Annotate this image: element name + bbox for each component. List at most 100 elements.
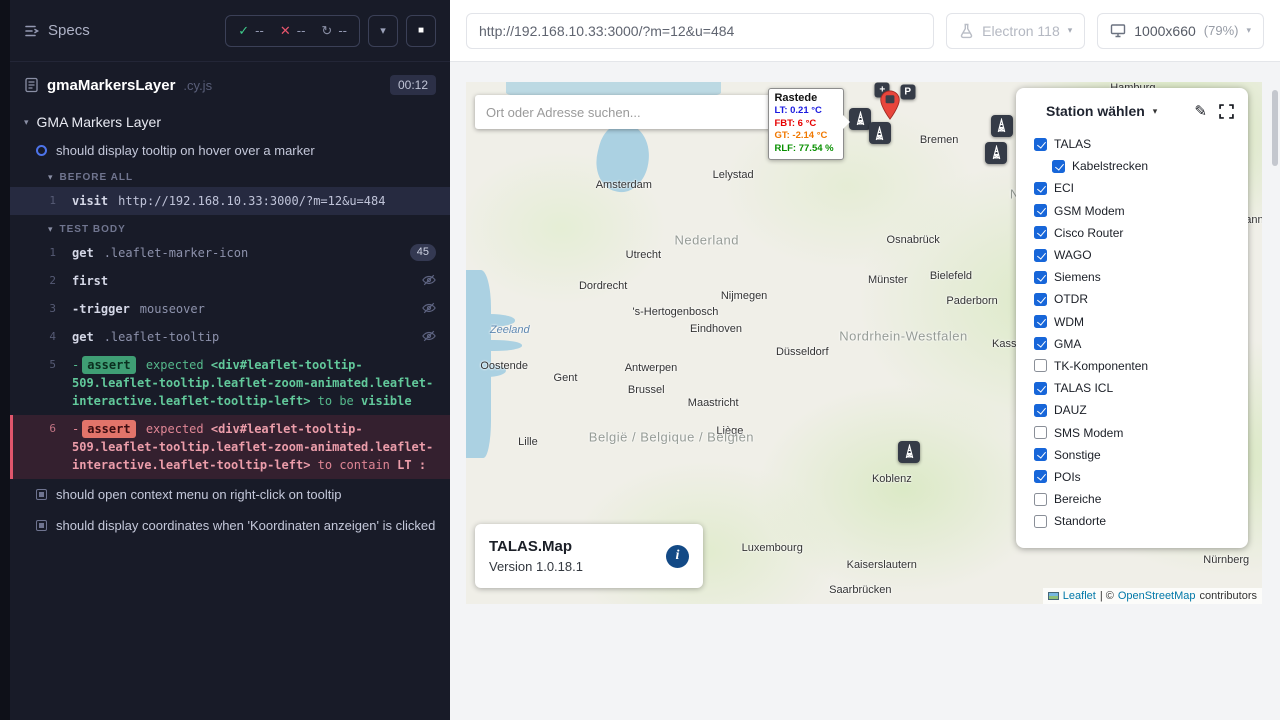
map-label-town: Paderborn [946,295,997,307]
stop-button[interactable]: ■ [406,15,436,47]
viewport-selector[interactable]: 1000x660 (79%) ▾ [1097,13,1264,49]
command-message: .leaflet-tooltip [104,330,220,344]
station-marker[interactable] [898,441,920,463]
search-input[interactable] [475,95,807,129]
map-label-town: Eindhoven [690,323,742,335]
browser-selector[interactable]: Electron 118 ▾ [946,13,1085,49]
command-get[interactable]: 4get.leaflet-tooltip [10,323,450,351]
pending-test-row[interactable]: should open context menu on right-click … [10,479,450,510]
checkbox[interactable] [1034,315,1047,328]
suite-title: GMA Markers Layer [37,114,161,130]
checkbox[interactable] [1034,249,1047,262]
spec-extension: .cy.js [183,78,212,93]
station-marker[interactable] [991,115,1013,137]
station-checkbox-row: POIs [1034,466,1234,488]
command-number: 3 [10,300,72,318]
water-zeeland-inlet [466,340,522,350]
test-body-section[interactable]: ▾ TEST BODY [10,215,450,239]
spec-duration-badge: 00:12 [390,75,436,95]
checkbox[interactable] [1034,226,1047,239]
station-checkbox-row: GSM Modem [1034,200,1234,222]
info-button[interactable]: i [666,545,689,568]
map-label-region: Nordrhein-Westfalen [839,328,967,343]
command-method: visit [72,194,108,208]
highlighted-marker[interactable] [879,90,901,120]
checkbox[interactable] [1034,138,1047,151]
chevron-down-icon: ▾ [380,24,386,37]
edit-pencil-icon[interactable]: ✎ [1194,104,1207,119]
pending-test-row[interactable]: should display coordinates when 'Koordin… [10,510,450,541]
checkbox[interactable] [1034,382,1047,395]
app-version: Version 1.0.18.1 [489,559,583,574]
command-assert-passed[interactable]: 5-assert expected <div#leaflet-tooltip-5… [10,351,450,415]
station-checkbox-row: DAUZ [1034,399,1234,421]
station-checkbox-row: Sonstige [1034,444,1234,466]
station-checkbox-row: Cisco Router [1034,222,1234,244]
checkbox-label: TALAS ICL [1054,381,1113,395]
command-content: -triggermouseover [72,300,422,318]
command-assert-failed[interactable]: 6-assert expected <div#leaflet-tooltip-5… [10,415,450,479]
panel-title[interactable]: Station wählen [1046,103,1145,119]
checkbox[interactable] [1034,515,1047,528]
scrollbar-thumb[interactable] [1272,90,1278,166]
test-running-icon [36,145,47,156]
map-label-town: Amsterdam [596,179,652,191]
monitor-icon [1110,23,1126,38]
checkbox[interactable] [1034,470,1047,483]
checkbox[interactable] [1034,426,1047,439]
station-checkbox-row: ECI [1034,177,1234,199]
checkbox-label: TK-Komponenten [1054,359,1148,373]
specs-label: Specs [48,22,90,39]
checkbox[interactable] [1034,293,1047,306]
before-all-section[interactable]: ▾ BEFORE ALL [10,163,450,187]
before-all-commands: 1visithttp://192.168.10.33:3000/?m=12&u=… [10,187,450,215]
station-marker[interactable] [849,108,871,130]
leaflet-map[interactable]: HamburgGroningenBremenNiedersachsenHanno… [466,82,1262,604]
station-marker[interactable] [985,142,1007,164]
command-get[interactable]: 1get.leaflet-marker-icon45 [10,239,450,267]
pending-tests: should open context menu on right-click … [10,479,450,541]
checkbox[interactable] [1034,271,1047,284]
station-marker[interactable] [869,122,891,144]
map-label-town: Bielefeld [930,270,972,282]
command-method: get [72,330,94,344]
station-checkbox-row: GMA [1034,333,1234,355]
marker-tooltip[interactable]: Rastede LT: 0.21 °CFBT: 6 °CGT: -2.14 °C… [768,88,844,160]
assert-text: visible [361,394,412,408]
specs-toggle[interactable]: Specs [24,22,90,39]
checkbox[interactable] [1034,448,1047,461]
leaflet-link[interactable]: Leaflet [1063,590,1096,602]
browser-name: Electron 118 [982,23,1060,39]
station-checkbox-row: WAGO [1034,244,1234,266]
p-marker[interactable]: P [900,84,915,99]
chevron-down-icon[interactable]: ▾ [1153,106,1158,117]
app-info-card: TALAS.Map Version 1.0.18.1 i [475,524,703,588]
command-number: 5 [10,356,72,374]
command-visit[interactable]: 1visithttp://192.168.10.33:3000/?m=12&u=… [10,187,450,215]
checkbox[interactable] [1034,182,1047,195]
expand-icon[interactable] [1219,104,1234,119]
map-label-town: Münster [868,274,908,286]
cross-icon: ✕ [280,23,291,39]
command-number: 1 [10,244,72,262]
osm-link[interactable]: OpenStreetMap [1118,590,1196,602]
station-checkbox-row: Siemens [1034,266,1234,288]
spec-name: gmaMarkersLayer [47,77,175,94]
command-content: visithttp://192.168.10.33:3000/?m=12&u=4… [72,192,450,210]
chevron-down-icon: ▾ [24,118,29,127]
command-first[interactable]: 2first [10,267,450,295]
checkbox[interactable] [1034,404,1047,417]
checkbox-label: DAUZ [1054,403,1087,417]
active-test-row[interactable]: should display tooltip on hover over a m… [10,138,450,163]
checkbox[interactable] [1034,359,1047,372]
checkbox[interactable] [1034,493,1047,506]
app-root: Specs ✓ -- ✕ -- ↻ -- ▾ ■ [0,0,1280,720]
command-trigger[interactable]: 3-triggermouseover [10,295,450,323]
suite-row[interactable]: ▾ GMA Markers Layer [10,106,450,138]
address-bar[interactable] [466,13,934,49]
checkbox[interactable] [1052,160,1065,173]
passed-count: -- [255,23,264,38]
checkbox[interactable] [1034,337,1047,350]
collapse-button[interactable]: ▾ [368,15,398,47]
checkbox[interactable] [1034,204,1047,217]
